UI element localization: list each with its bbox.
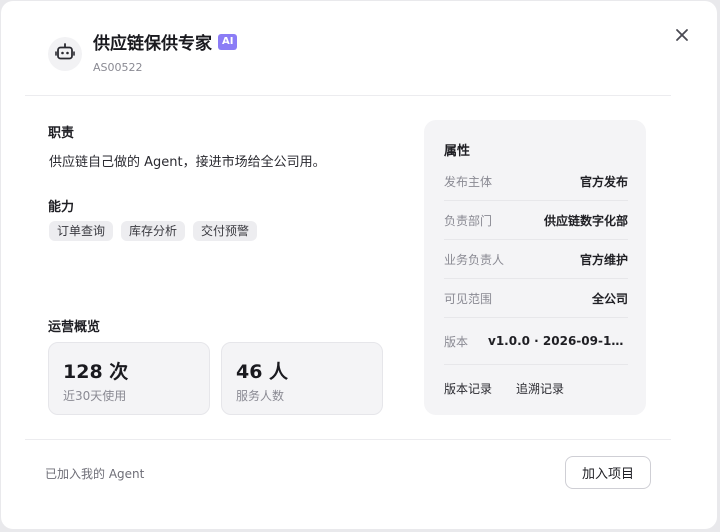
property-value: 官方发布: [579, 174, 628, 189]
agent-title-row: 供应链保供专家 AI: [93, 29, 238, 54]
property-row-owner: 业务负责人 官方维护: [444, 240, 628, 279]
footer-divider: [25, 439, 671, 440]
join-project-button[interactable]: 加入项目: [565, 456, 651, 489]
capabilities-heading: 能力: [48, 200, 75, 215]
capability-tag: 库存分析: [121, 221, 186, 241]
users-stat-card: 46 人 服务人数: [221, 342, 383, 415]
properties-panel: 属性 发布主体 官方发布 负责部门 供应链数字化部 业务负责人 官方维护 可见范…: [424, 120, 646, 415]
agent-detail-modal: 供应链保供专家 AI AS00522 职责 供应链自己做的 Agent，接进市场…: [1, 1, 717, 529]
property-value: 官方维护: [579, 252, 628, 267]
close-button[interactable]: [671, 25, 693, 47]
properties-heading: 属性: [444, 144, 471, 159]
property-value: 全公司: [591, 291, 628, 306]
capability-tags: 订单查询 库存分析 交付预警: [49, 221, 258, 241]
property-key: 发布主体: [444, 174, 493, 189]
property-row-department: 负责部门 供应链数字化部: [444, 201, 628, 240]
duties-heading: 职责: [48, 126, 75, 141]
property-key: 负责部门: [444, 213, 493, 228]
close-icon: [675, 27, 689, 46]
agent-avatar: [48, 37, 82, 71]
joined-status-text: 已加入我的 Agent: [45, 467, 145, 481]
users-label: 服务人数: [236, 389, 285, 403]
overview-heading: 运营概览: [48, 320, 101, 335]
capability-tag: 交付预警: [193, 221, 258, 241]
agent-title: 供应链保供专家: [93, 34, 212, 54]
trace-history-link[interactable]: 追溯记录: [516, 380, 564, 397]
duties-text: 供应链自己做的 Agent，接进市场给全公司用。: [49, 155, 326, 170]
property-row-version: 版本 v1.0.0 · 2026-09-18…: [444, 318, 628, 365]
agent-id: AS00522: [93, 61, 143, 74]
property-row-visibility: 可见范围 全公司: [444, 279, 628, 318]
ai-badge: AI: [218, 33, 238, 50]
robot-icon: [55, 43, 75, 65]
property-value: v1.0.0 · 2026-09-18…: [488, 334, 628, 348]
users-count: 46 人: [236, 361, 289, 383]
usage-count: 128 次: [63, 361, 129, 383]
property-value: 供应链数字化部: [543, 213, 628, 228]
usage-label: 近30天使用: [63, 389, 127, 403]
property-row-publisher: 发布主体 官方发布: [444, 162, 628, 201]
property-key: 业务负责人: [444, 252, 505, 267]
capability-tag: 订单查询: [49, 221, 114, 241]
property-key: 版本: [444, 334, 469, 349]
modal-header: 供应链保供专家 AI AS00522: [1, 1, 717, 97]
usage-stat-card: 128 次 近30天使用: [48, 342, 210, 415]
version-history-link[interactable]: 版本记录: [444, 380, 492, 397]
header-divider: [25, 95, 671, 96]
property-key: 可见范围: [444, 291, 493, 306]
